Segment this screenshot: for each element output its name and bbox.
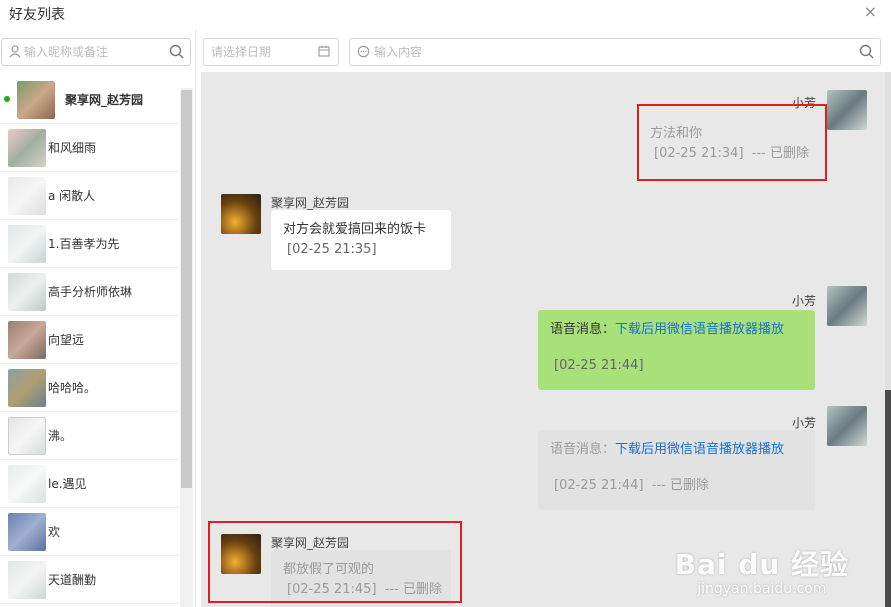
friend-name: 向望远 (48, 333, 85, 347)
friend-item[interactable]: a 闲散人 (0, 172, 178, 220)
friend-name: le.遇见 (48, 477, 87, 491)
close-icon[interactable]: × (864, 2, 877, 21)
search-icon[interactable] (169, 44, 184, 62)
friend-list-scrollbar[interactable] (180, 88, 193, 607)
friend-search-box[interactable] (1, 38, 191, 66)
avatar (8, 513, 46, 551)
deleted-status: --- 已删除 (651, 478, 709, 493)
chat-history: 小芳 方法和你 [02-25 21:34] --- 已删除 聚享网_赵芳园 对方… (201, 72, 891, 607)
friend-item[interactable]: 1.百善孝为先 (0, 220, 178, 268)
search-icon[interactable] (859, 44, 874, 62)
voice-download-link[interactable]: 下载后用微信语音播放器播放 (615, 322, 784, 337)
online-status-dot (4, 96, 10, 102)
pane-divider (195, 30, 196, 607)
window-title: 好友列表 (9, 7, 65, 23)
voice-download-link[interactable]: 下载后用微信语音播放器播放 (615, 442, 784, 457)
friend-name: 高手分析师依琳 (48, 285, 133, 299)
friend-item[interactable]: le.遇见 (0, 460, 178, 508)
watermark-brand: Bai du 经验 (674, 548, 849, 581)
avatar (8, 465, 46, 503)
friend-name: 1.百善孝为先 (48, 237, 120, 251)
message-bubble[interactable]: 对方会就爱搞回来的饭卡 [02-25 21:35] (271, 210, 451, 270)
sender-name: 聚享网_赵芳园 (271, 196, 350, 210)
message-text: 对方会就爱搞回来的饭卡 (283, 222, 427, 237)
friend-name: 欢 (48, 525, 61, 539)
friend-list: 聚享网_赵芳园 和风细雨 a 闲散人 1.百善孝为先 高手分析师依琳 向望远 哈… (0, 74, 195, 607)
date-picker[interactable] (203, 38, 339, 66)
highlight-box (637, 104, 827, 181)
friend-item[interactable]: 聚享网_赵芳园 (0, 76, 178, 124)
sender-name: 小芳 (792, 294, 817, 308)
sender-name: 小芳 (792, 416, 817, 430)
friend-item[interactable]: 哈哈哈。 (0, 364, 178, 412)
friend-name: 天道酬勤 (48, 573, 97, 587)
avatar (8, 129, 46, 167)
avatar (827, 406, 867, 446)
friend-name: 聚享网_赵芳园 (65, 93, 144, 107)
baidu-watermark: Bai du 经验 jingyan.baidu.com (675, 543, 849, 597)
avatar (827, 286, 867, 326)
avatar (8, 225, 46, 263)
chat-icon (357, 45, 370, 61)
friend-name: a 闲散人 (48, 189, 96, 203)
friend-item[interactable]: 向望远 (0, 316, 178, 364)
message-time: [02-25 21:44] (554, 358, 644, 373)
chat-scrollbar[interactable] (885, 72, 891, 607)
avatar (8, 561, 46, 599)
avatar (8, 321, 46, 359)
content-search-input[interactable] (374, 44, 814, 60)
avatar (8, 417, 46, 455)
avatar (17, 81, 55, 119)
avatar (221, 194, 261, 234)
content-search-box[interactable] (349, 38, 881, 66)
friend-name: 和风细雨 (48, 141, 97, 155)
user-icon (9, 45, 21, 61)
message-time: [02-25 21:35] (287, 242, 377, 257)
avatar (8, 177, 46, 215)
friend-item[interactable]: 欢 (0, 508, 178, 556)
date-input[interactable] (211, 44, 311, 60)
scrollbar-thumb[interactable] (181, 90, 192, 488)
voice-label: 语音消息： (550, 322, 616, 337)
avatar (8, 273, 46, 311)
watermark-url: jingyan.baidu.com (697, 581, 827, 597)
message-bubble[interactable]: 语音消息：下载后用微信语音播放器播放 [02-25 21:44] (538, 310, 815, 390)
avatar (827, 90, 867, 130)
title-bar: 好友列表 × (0, 0, 891, 30)
friend-name: 沸。 (48, 429, 73, 443)
friend-name: 哈哈哈。 (48, 381, 97, 395)
calendar-icon[interactable] (318, 45, 330, 60)
friend-item[interactable]: 和风细雨 (0, 124, 178, 172)
friend-search-input[interactable] (24, 44, 164, 60)
highlight-box (208, 521, 462, 603)
scrollbar-thumb[interactable] (885, 390, 891, 607)
avatar (8, 369, 46, 407)
message-bubble[interactable]: 语音消息：下载后用微信语音播放器播放 [02-25 21:44] --- 已删除 (538, 430, 815, 510)
message-time: [02-25 21:44] (554, 478, 644, 493)
friend-item[interactable]: 沸。 (0, 412, 178, 460)
friend-item[interactable]: 高手分析师依琳 (0, 268, 178, 316)
voice-label: 语音消息： (550, 442, 616, 457)
friend-item[interactable]: 天道酬勤 (0, 556, 178, 604)
